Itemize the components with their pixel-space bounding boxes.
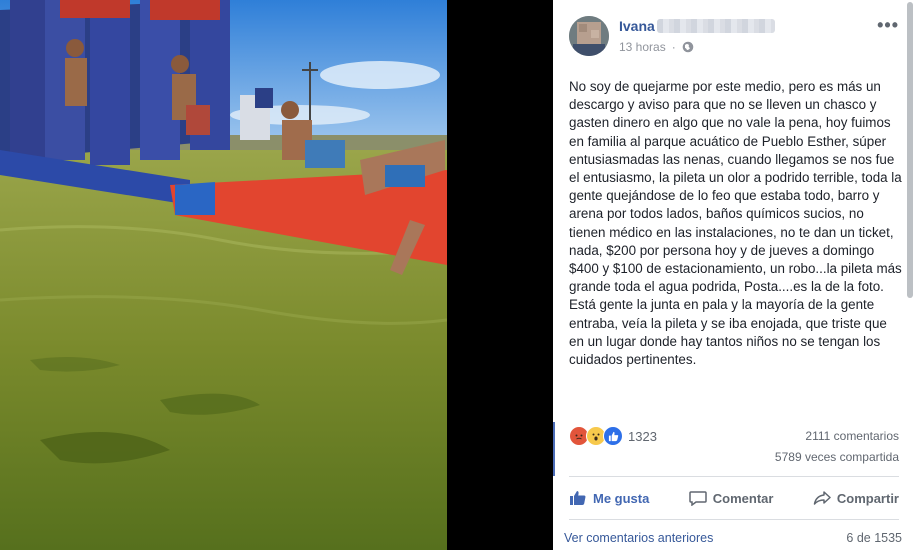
post-sidebar: Ivana 13 horas · ••• No soy de quejarme … <box>553 0 914 550</box>
view-previous-comments-link[interactable]: Ver comentarios anteriores <box>564 531 713 545</box>
shares-count[interactable]: 5789 veces compartida <box>775 450 899 464</box>
post-stats: 1323 2111 comentarios 5789 veces compart… <box>569 424 899 468</box>
post-meta: 13 horas · <box>619 40 694 54</box>
post-header: Ivana 13 horas · ••• <box>569 14 899 58</box>
post-photo[interactable] <box>0 0 447 550</box>
post-time[interactable]: 13 horas <box>619 40 666 54</box>
scrollbar[interactable] <box>906 0 914 300</box>
post-text: No soy de quejarme por este medio, pero … <box>569 79 902 368</box>
share-icon <box>813 491 831 505</box>
like-button[interactable]: Me gusta <box>569 490 649 506</box>
separator-dot: · <box>671 40 676 54</box>
water-park-photo <box>0 0 447 550</box>
globe-icon[interactable] <box>682 41 694 53</box>
like-icon <box>603 426 623 446</box>
photo-viewer <box>0 0 553 550</box>
avatar[interactable] <box>569 16 609 56</box>
comments-footer: Ver comentarios anteriores 6 de 1535 <box>564 531 902 549</box>
comment-label: Comentar <box>712 490 774 506</box>
more-options-icon[interactable]: ••• <box>877 16 899 34</box>
reactions-summary[interactable]: 1323 <box>569 426 657 446</box>
redacted-surname <box>656 19 775 33</box>
focus-indicator <box>553 422 555 476</box>
scrollbar-thumb[interactable] <box>907 2 913 298</box>
share-label: Compartir <box>836 490 899 506</box>
comment-icon <box>689 491 707 506</box>
comment-button[interactable]: Comentar <box>689 490 774 506</box>
action-bar: Me gusta Comentar Compartir <box>569 483 899 513</box>
avatar-image <box>569 16 609 56</box>
reaction-count: 1323 <box>628 428 657 444</box>
like-label: Me gusta <box>593 490 650 506</box>
divider <box>569 519 899 520</box>
author-name[interactable]: Ivana <box>619 18 655 34</box>
author-row: Ivana <box>619 16 775 36</box>
divider <box>569 476 899 477</box>
comments-count[interactable]: 2111 comentarios <box>805 429 899 443</box>
thumbs-up-icon <box>570 491 586 505</box>
share-button[interactable]: Compartir <box>813 490 899 506</box>
comments-position: 6 de 1535 <box>846 531 902 545</box>
